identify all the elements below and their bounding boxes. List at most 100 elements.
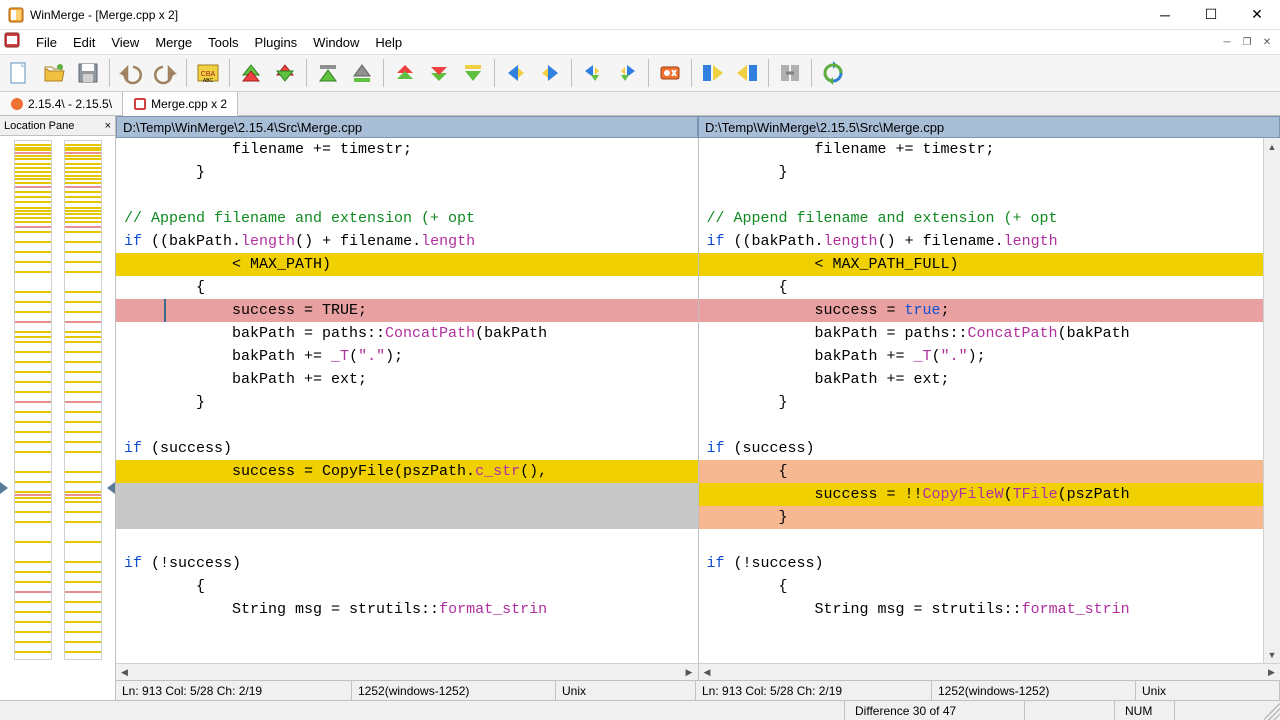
menu-plugins[interactable]: Plugins: [247, 33, 306, 52]
tabbar: 2.15.4\ - 2.15.5\ Merge.cpp x 2: [0, 92, 1280, 116]
copy-right-advance-button[interactable]: [577, 57, 609, 89]
code-line[interactable]: filename += timestr;: [699, 138, 1280, 161]
location-bar-right[interactable]: [64, 140, 102, 660]
mdi-restore-button[interactable]: ❐: [1238, 33, 1256, 51]
prev-diff-button[interactable]: [312, 57, 344, 89]
code-line[interactable]: bakPath = paths::ConcatPath(bakPath: [699, 322, 1280, 345]
diff-area: D:\Temp\WinMerge\2.15.4\Src\Merge.cpp D:…: [116, 116, 1280, 700]
right-hscrollbar[interactable]: ◀▶: [699, 663, 1280, 680]
code-line[interactable]: bakPath += _T(".");: [116, 345, 698, 368]
open-button[interactable]: [38, 57, 70, 89]
code-line[interactable]: {: [699, 276, 1280, 299]
minimize-button[interactable]: ─: [1142, 0, 1188, 29]
maximize-button[interactable]: ☐: [1188, 0, 1234, 29]
code-line[interactable]: if ((bakPath.length() + filename.length: [116, 230, 698, 253]
code-line[interactable]: {: [699, 460, 1280, 483]
right-code[interactable]: filename += timestr; } // Append filenam…: [699, 138, 1280, 663]
code-line[interactable]: }: [116, 161, 698, 184]
code-line[interactable]: {: [116, 575, 698, 598]
left-code[interactable]: filename += timestr; } // Append filenam…: [116, 138, 698, 663]
code-line[interactable]: }: [116, 391, 698, 414]
copy-left-button[interactable]: [534, 57, 566, 89]
code-line[interactable]: }: [699, 391, 1280, 414]
left-path[interactable]: D:\Temp\WinMerge\2.15.4\Src\Merge.cpp: [116, 116, 698, 138]
next-diff-button[interactable]: [346, 57, 378, 89]
location-bar-left[interactable]: [14, 140, 52, 660]
code-line[interactable]: [116, 414, 698, 437]
next-conflict-button[interactable]: [423, 57, 455, 89]
copy-right-button[interactable]: [500, 57, 532, 89]
left-hscrollbar[interactable]: ◀▶: [116, 663, 698, 680]
code-line[interactable]: [116, 184, 698, 207]
code-line[interactable]: bakPath += ext;: [699, 368, 1280, 391]
all-right-button[interactable]: [697, 57, 729, 89]
prev-conflict-button[interactable]: [389, 57, 421, 89]
tab-folder-compare[interactable]: 2.15.4\ - 2.15.5\: [0, 92, 123, 115]
all-left-button[interactable]: [731, 57, 763, 89]
code-line[interactable]: [116, 506, 698, 529]
menu-view[interactable]: View: [103, 33, 147, 52]
code-line[interactable]: [116, 483, 698, 506]
code-line[interactable]: success = TRUE;: [116, 299, 698, 322]
new-button[interactable]: [4, 57, 36, 89]
mdi-minimize-button[interactable]: ─: [1218, 33, 1236, 51]
code-line[interactable]: success = true;: [699, 299, 1280, 322]
code-line[interactable]: if (!success): [699, 552, 1280, 575]
location-pane-title: Location Pane: [4, 120, 74, 132]
code-line[interactable]: }: [699, 506, 1280, 529]
code-line[interactable]: bakPath = paths::ConcatPath(bakPath: [116, 322, 698, 345]
copy-left-advance-button[interactable]: [611, 57, 643, 89]
code-line[interactable]: < MAX_PATH): [116, 253, 698, 276]
tab-label: Merge.cpp x 2: [151, 97, 227, 111]
mdi-close-button[interactable]: ✕: [1258, 33, 1276, 51]
menu-merge[interactable]: Merge: [147, 33, 200, 52]
code-line[interactable]: {: [699, 575, 1280, 598]
options-button[interactable]: [654, 57, 686, 89]
code-line[interactable]: [699, 414, 1280, 437]
code-line[interactable]: {: [116, 276, 698, 299]
code-line[interactable]: bakPath += ext;: [116, 368, 698, 391]
code-line[interactable]: [116, 529, 698, 552]
close-button[interactable]: ✕: [1234, 0, 1280, 29]
location-pane-body[interactable]: [0, 136, 115, 700]
tab-label: 2.15.4\ - 2.15.5\: [28, 97, 112, 111]
code-line[interactable]: String msg = strutils::format_strin: [116, 598, 698, 621]
code-line[interactable]: if (success): [699, 437, 1280, 460]
code-line[interactable]: [699, 184, 1280, 207]
right-encoding: 1252(windows-1252): [932, 681, 1136, 700]
tab-file-compare[interactable]: Merge.cpp x 2: [123, 92, 238, 116]
vscrollbar[interactable]: ▲▼: [1263, 138, 1280, 663]
code-line[interactable]: if ((bakPath.length() + filename.length: [699, 230, 1280, 253]
undo-button[interactable]: [115, 57, 147, 89]
code-line[interactable]: }: [699, 161, 1280, 184]
last-diff-button[interactable]: [457, 57, 489, 89]
location-pane-header: Location Pane ×: [0, 116, 115, 136]
code-line[interactable]: bakPath += _T(".");: [699, 345, 1280, 368]
right-path[interactable]: D:\Temp\WinMerge\2.15.5\Src\Merge.cpp: [698, 116, 1280, 138]
code-line[interactable]: [699, 529, 1280, 552]
resize-grip-icon[interactable]: [1264, 701, 1280, 720]
code-line[interactable]: if (success): [116, 437, 698, 460]
redo-button[interactable]: [149, 57, 181, 89]
menu-help[interactable]: Help: [367, 33, 410, 52]
code-line[interactable]: if (!success): [116, 552, 698, 575]
menu-edit[interactable]: Edit: [65, 33, 103, 52]
menu-file[interactable]: File: [28, 33, 65, 52]
refresh-button[interactable]: [817, 57, 849, 89]
code-line[interactable]: < MAX_PATH_FULL): [699, 253, 1280, 276]
code-line[interactable]: // Append filename and extension (+ opt: [116, 207, 698, 230]
first-diff-button[interactable]: [235, 57, 267, 89]
auto-merge-button[interactable]: [774, 57, 806, 89]
menu-window[interactable]: Window: [305, 33, 367, 52]
location-pane-close-icon[interactable]: ×: [105, 120, 111, 132]
abc-button[interactable]: CBAABC: [192, 57, 224, 89]
save-button[interactable]: [72, 57, 104, 89]
current-diff-button[interactable]: [269, 57, 301, 89]
code-line[interactable]: success = CopyFile(pszPath.c_str(),: [116, 460, 698, 483]
menu-tools[interactable]: Tools: [200, 33, 246, 52]
code-line[interactable]: // Append filename and extension (+ opt: [699, 207, 1280, 230]
code-line[interactable]: success = !!CopyFileW(TFile(pszPath: [699, 483, 1280, 506]
code-line[interactable]: String msg = strutils::format_strin: [699, 598, 1280, 621]
code-line[interactable]: filename += timestr;: [116, 138, 698, 161]
right-eol: Unix: [1136, 681, 1280, 700]
